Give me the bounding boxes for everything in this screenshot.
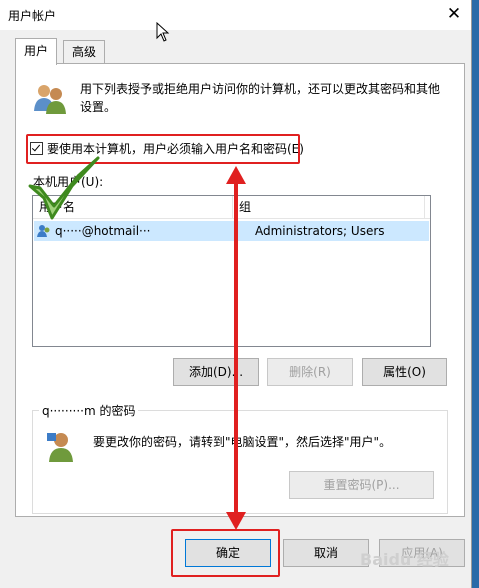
users-tab-panel: 用下列表授予或拒绝用户访问你的计算机，还可以更改其密码和其他设置。 要使用本计算… [15, 63, 465, 517]
user-icon [37, 225, 50, 237]
panel-description: 用下列表授予或拒绝用户访问你的计算机，还可以更改其密码和其他设置。 [80, 82, 441, 114]
users-list[interactable]: 用户名 组 q·····@hotmail··· Administrators; … [32, 195, 431, 347]
tab-advanced[interactable]: 高级 [63, 40, 106, 63]
watermark: Baidu 经验 [360, 550, 449, 569]
user-accounts-dialog: 用户帐户 ✕ 用户 高级 用下列表授予或拒绝用户访问你的计算机，还可以更改其密码… [0, 0, 472, 588]
table-row[interactable]: q·····@hotmail··· Administrators; Users [34, 221, 429, 241]
close-icon[interactable]: ✕ [445, 5, 463, 23]
properties-button[interactable]: 属性(O) [362, 358, 447, 386]
add-user-button[interactable]: 添加(D)... [173, 358, 259, 386]
annotation-box-ok [171, 529, 280, 577]
users-group-icon [34, 85, 66, 114]
window-title: 用户帐户 [8, 9, 57, 23]
remove-user-button[interactable]: 删除(R) [267, 358, 353, 386]
row-group: Administrators; Users [255, 224, 385, 238]
column-header-username[interactable]: 用户名 [33, 196, 233, 218]
reset-password-button[interactable]: 重置密码(P)... [289, 471, 434, 499]
title-bar: 用户帐户 ✕ [0, 0, 471, 30]
tab-users[interactable]: 用户 [15, 38, 58, 65]
users-list-header: 用户名 组 [33, 196, 430, 219]
column-header-group[interactable]: 组 [233, 196, 425, 218]
user-password-icon [47, 433, 73, 462]
row-username: q·····@hotmail··· [55, 224, 151, 238]
local-users-label: 本机用户(U): [33, 175, 104, 189]
password-group-title: q·········m 的密码 [39, 402, 139, 419]
annotation-box-checkbox [26, 134, 300, 164]
mouse-cursor-icon [156, 22, 170, 42]
password-group: q·········m 的密码 要更改你的密码，请转到"电脑设置"，然后选择"用… [32, 402, 448, 514]
password-hint: 要更改你的密码，请转到"电脑设置"，然后选择"用户"。 [93, 435, 392, 449]
cancel-button[interactable]: 取消 [283, 539, 369, 567]
